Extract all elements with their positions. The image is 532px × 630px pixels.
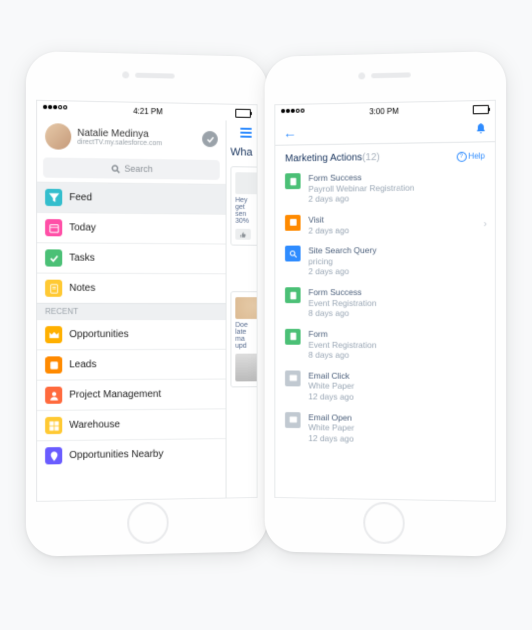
square-icon [285, 215, 301, 231]
peek-header: Wha [230, 146, 252, 158]
search-input[interactable]: Search [43, 157, 220, 179]
profile-sub: directTV.my.salesforce.com [77, 139, 196, 148]
user-icon [45, 387, 62, 404]
section-header: Marketing Actions(12) Help [275, 142, 495, 168]
nav-item-tasks[interactable]: Tasks [37, 242, 226, 273]
recent-header: RECENT [37, 303, 226, 319]
nav-drawer: Natalie Medinya directTV.my.salesforce.c… [37, 117, 227, 501]
calendar-icon [45, 219, 62, 236]
action-row[interactable]: Form SuccessPayroll Webinar Registration… [275, 165, 495, 210]
funnel-icon [45, 189, 62, 206]
crown-icon [45, 326, 62, 343]
doc-icon [285, 329, 301, 345]
mail-icon [285, 412, 301, 428]
back-button[interactable]: ← [283, 125, 297, 141]
action-row[interactable]: Email OpenWhite Paper12 days ago [275, 407, 495, 451]
check-icon[interactable] [202, 131, 218, 147]
chevron-right-icon: › [484, 218, 487, 229]
pin-icon [45, 447, 62, 464]
doc-icon [285, 173, 301, 189]
search-icon [285, 246, 301, 262]
action-row[interactable]: FormEvent Registration8 days ago [275, 324, 495, 367]
home-button-left [127, 502, 169, 545]
peek-card: Doe late ma upd [230, 291, 256, 387]
doc-icon [285, 287, 301, 303]
search-placeholder: Search [124, 164, 152, 174]
action-row[interactable]: Visit2 days ago› [275, 208, 495, 241]
phone-mock-right: 3:00 PM ← Marketing Actions(12) Help For… [265, 51, 506, 557]
home-button-right [363, 502, 405, 545]
profile-header[interactable]: Natalie Medinya directTV.my.salesforce.c… [37, 117, 226, 158]
box-icon [45, 356, 62, 373]
check-icon [45, 249, 62, 266]
status-time: 4:21 PM [133, 106, 162, 116]
search-icon [112, 164, 121, 173]
hamburger-icon[interactable] [240, 126, 252, 140]
recent-item[interactable]: Opportunities [37, 319, 226, 349]
bell-icon[interactable] [475, 122, 487, 137]
recent-item[interactable]: Warehouse [37, 408, 226, 440]
recent-item[interactable]: Leads [37, 349, 226, 380]
recent-item[interactable]: Opportunities Nearby [37, 438, 226, 471]
content-peek: Wha Hey get sen 30% Doe late ma [227, 120, 257, 497]
phone-mock-left: 4:21 PM Natalie Medinya directTV.my.sale… [26, 51, 267, 557]
peek-card: Hey get sen 30% [230, 166, 256, 246]
note-icon [45, 280, 62, 297]
mail-icon [285, 370, 301, 386]
help-link[interactable]: Help [456, 151, 485, 162]
action-row[interactable]: Site Search Querypricing2 days ago [275, 239, 495, 282]
action-row[interactable]: Form SuccessEvent Registration8 days ago [275, 282, 495, 324]
status-time: 3:00 PM [369, 106, 398, 116]
nav-item-notes[interactable]: Notes [37, 273, 226, 304]
nav-item-today[interactable]: Today [37, 212, 226, 244]
recent-item[interactable]: Project Management [37, 379, 226, 410]
nav-item-feed[interactable]: Feed [37, 182, 226, 214]
avatar [45, 123, 71, 150]
action-row[interactable]: Email ClickWhite Paper12 days ago [275, 365, 495, 408]
grid-icon [45, 417, 62, 434]
thumbs-up-icon[interactable] [235, 229, 251, 240]
